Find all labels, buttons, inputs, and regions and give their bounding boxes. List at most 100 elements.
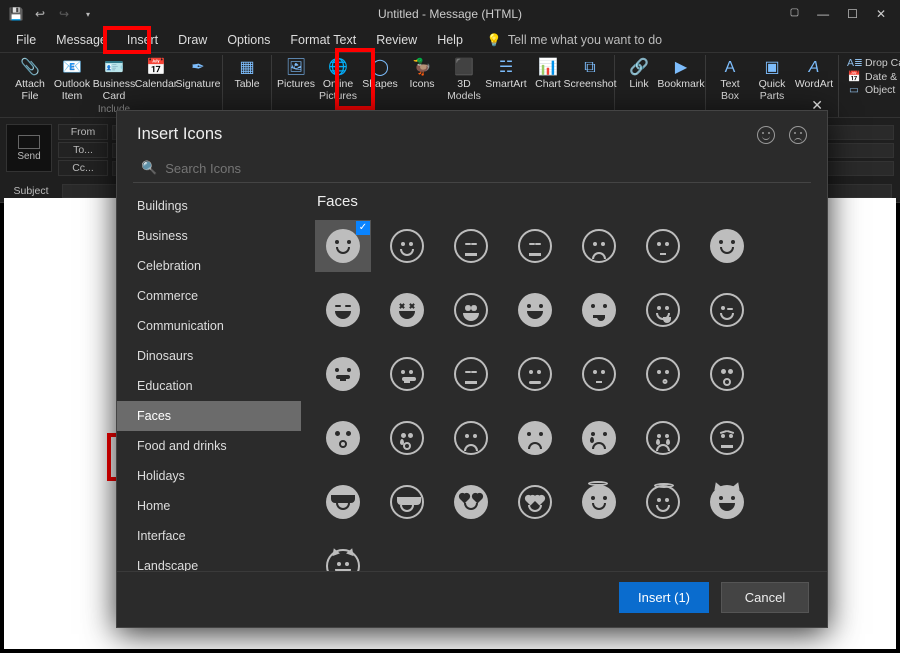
face-icon-2[interactable] (379, 220, 435, 272)
face-icon-20[interactable] (635, 348, 691, 400)
face-icon-12[interactable] (571, 284, 627, 336)
minimize-icon[interactable]: ― (817, 7, 829, 21)
face-icon-15[interactable] (315, 348, 371, 400)
tab-insert[interactable]: Insert (117, 29, 168, 51)
face-icon-7[interactable] (699, 220, 755, 272)
icons-button[interactable]: 🦆Icons (402, 55, 442, 102)
face-icon-35[interactable] (699, 476, 755, 528)
category-communication[interactable]: Communication (117, 311, 301, 341)
tab-file[interactable]: File (6, 29, 46, 51)
face-icon-13[interactable] (635, 284, 691, 336)
screenshot-button[interactable]: ⧉Screenshot (570, 55, 610, 102)
face-icon-29[interactable] (315, 476, 371, 528)
qat-more-icon[interactable]: ▾ (80, 10, 96, 19)
ribbon-options-icon[interactable]: ▢ (790, 7, 799, 21)
face-icon-10[interactable] (443, 284, 499, 336)
face-icon-17[interactable] (443, 348, 499, 400)
category-business[interactable]: Business (117, 221, 301, 251)
cancel-button[interactable]: Cancel (721, 582, 809, 613)
tab-draw[interactable]: Draw (168, 29, 217, 51)
face-icon-25[interactable] (507, 412, 563, 464)
feedback-smile-icon[interactable] (757, 126, 775, 144)
business-card-button[interactable]: 🪪Business Card (94, 55, 134, 102)
pictures-button[interactable]: 🖼Pictures (276, 55, 316, 102)
face-icon-1[interactable]: ✓ (315, 220, 371, 272)
bookmark-button[interactable]: ▶Bookmark (661, 55, 701, 91)
face-icon-36[interactable] (315, 540, 371, 571)
face-icon-21[interactable] (699, 348, 755, 400)
face-icon-28[interactable] (699, 412, 755, 464)
table-button[interactable]: ▦Table (227, 55, 267, 91)
icon-search[interactable]: 🔍 (133, 154, 811, 183)
face-icon-34[interactable] (635, 476, 691, 528)
category-holidays[interactable]: Holidays (117, 461, 301, 491)
close-icon[interactable]: ✕ (876, 7, 886, 21)
calendar-button[interactable]: 📅Calendar (136, 55, 176, 102)
insert-button[interactable]: Insert (1) (619, 582, 709, 613)
face-icon-24[interactable] (443, 412, 499, 464)
send-button[interactable]: Send (6, 124, 52, 172)
category-faces[interactable]: Faces (117, 401, 301, 431)
from-label[interactable]: From (58, 124, 108, 140)
undo-icon[interactable]: ↩ (32, 7, 48, 21)
face-icon-31[interactable] (443, 476, 499, 528)
face-icon-32[interactable] (507, 476, 563, 528)
category-commerce[interactable]: Commerce (117, 281, 301, 311)
redo-icon[interactable]: ↪ (56, 7, 72, 21)
face-icon-3[interactable] (443, 220, 499, 272)
category-interface[interactable]: Interface (117, 521, 301, 551)
attach-file-button[interactable]: 📎Attach File (10, 55, 50, 102)
face-icon-9[interactable] (379, 284, 435, 336)
face-icon-23[interactable] (379, 412, 435, 464)
face-icon-16[interactable] (379, 348, 435, 400)
tell-me[interactable]: Tell me what you want to do (508, 33, 662, 47)
textbox-button[interactable]: AText Box (710, 55, 750, 102)
shapes-button[interactable]: ◯Shapes (360, 55, 400, 102)
smartart-button[interactable]: ☵SmartArt (486, 55, 526, 102)
datetime-button[interactable]: 📅Date & Time (847, 70, 900, 83)
tab-format-text[interactable]: Format Text (280, 29, 366, 51)
face-icon-22[interactable] (315, 412, 371, 464)
icon-search-input[interactable] (165, 161, 803, 176)
3d-models-button[interactable]: ⬛3D Models (444, 55, 484, 102)
face-icon-8[interactable] (315, 284, 371, 336)
object-button[interactable]: ▭Object (847, 84, 900, 96)
face-icon-11[interactable] (507, 284, 563, 336)
chart-button[interactable]: 📊Chart (528, 55, 568, 102)
face-icon-4[interactable] (507, 220, 563, 272)
face-icon-33[interactable] (571, 476, 627, 528)
quickparts-button[interactable]: ▣Quick Parts (752, 55, 792, 102)
category-list[interactable]: BuildingsBusinessCelebrationCommerceComm… (117, 183, 301, 571)
face-icon-30[interactable] (379, 476, 435, 528)
tab-message[interactable]: Message (46, 29, 117, 51)
face-icon-27[interactable] (635, 412, 691, 464)
category-home[interactable]: Home (117, 491, 301, 521)
outlook-item-button[interactable]: 📧Outlook Item (52, 55, 92, 102)
to-label[interactable]: To... (58, 142, 108, 158)
dropcap-button[interactable]: A≣Drop Cap (847, 57, 900, 69)
face-icon-18[interactable] (507, 348, 563, 400)
face-icon-19[interactable] (571, 348, 627, 400)
save-icon[interactable]: 💾 (8, 7, 24, 21)
tab-help[interactable]: Help (427, 29, 473, 51)
category-food-and-drinks[interactable]: Food and drinks (117, 431, 301, 461)
link-button[interactable]: 🔗Link (619, 55, 659, 91)
signature-button[interactable]: ✒Signature (178, 55, 218, 102)
face-icon-5[interactable] (571, 220, 627, 272)
maximize-icon[interactable]: ☐ (847, 7, 858, 21)
dialog-close-icon[interactable]: ✕ (811, 97, 823, 114)
face-icon-14[interactable] (699, 284, 755, 336)
category-buildings[interactable]: Buildings (117, 191, 301, 221)
category-celebration[interactable]: Celebration (117, 251, 301, 281)
face-icon-6[interactable] (635, 220, 691, 272)
tab-options[interactable]: Options (217, 29, 280, 51)
face-icon-26[interactable] (571, 412, 627, 464)
cc-label[interactable]: Cc... (58, 160, 108, 176)
category-education[interactable]: Education (117, 371, 301, 401)
feedback-frown-icon[interactable] (789, 126, 807, 144)
category-dinosaurs[interactable]: Dinosaurs (117, 341, 301, 371)
online-pictures-button[interactable]: 🌐Online Pictures (318, 55, 358, 102)
wordart-button[interactable]: AWordArt (794, 55, 834, 102)
tab-review[interactable]: Review (366, 29, 427, 51)
category-landscape[interactable]: Landscape (117, 551, 301, 571)
